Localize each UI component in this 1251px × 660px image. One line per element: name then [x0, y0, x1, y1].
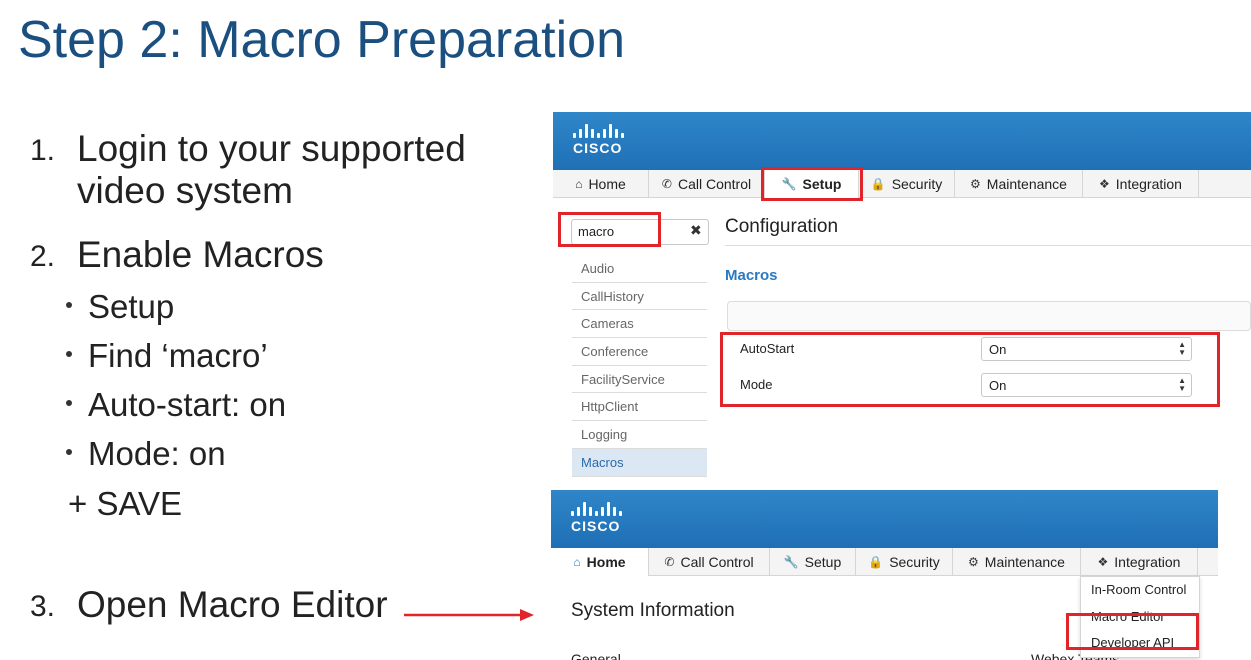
wrench-icon: 🔧 — [783, 555, 799, 569]
sidebar-item-callhistory[interactable]: CallHistory — [572, 283, 707, 311]
menu-item-in-room-control[interactable]: In-Room Control — [1081, 577, 1199, 604]
tab-call-control[interactable]: ✆ Call Control — [649, 548, 770, 576]
bullet-item: Setup — [66, 288, 174, 326]
nav-bar: ⌂ Home ✆ Call Control 🔧 Setup 🔒 Security ⚙ Ma… — [553, 170, 1251, 198]
bullet-dot-icon — [66, 351, 72, 358]
lock-icon: 🔒 — [868, 555, 884, 569]
sidebar-item-macros[interactable]: Macros — [572, 448, 707, 477]
save-note: + SAVE — [68, 485, 183, 522]
step-bold: Open Macro Editor — [77, 584, 388, 625]
section-general: General — [571, 651, 621, 660]
bullet-dot-icon — [66, 302, 72, 309]
puzzle-icon: ❖ — [1099, 177, 1110, 191]
home-icon: ⌂ — [575, 177, 583, 191]
section-title: Macros — [725, 267, 778, 284]
highlight-search — [558, 212, 661, 247]
gear-icon: ⚙ — [968, 555, 979, 569]
puzzle-icon: ❖ — [1097, 555, 1109, 569]
sidebar-item-audio[interactable]: Audio — [572, 255, 707, 283]
tab-integration[interactable]: ❖ Integration — [1081, 548, 1198, 576]
step-bold: Enable Macros — [77, 234, 324, 275]
slide-title: Step 2: Macro Preparation — [18, 11, 625, 69]
phone-icon: ✆ — [661, 177, 672, 191]
lock-icon: 🔒 — [870, 177, 886, 191]
sidebar-item-httpclient[interactable]: HttpClient — [572, 393, 707, 422]
sidebar-item-cameras[interactable]: Cameras — [572, 310, 707, 339]
bullet-item: Auto-start: on — [66, 386, 286, 424]
config-title: Configuration — [725, 216, 839, 237]
tab-setup[interactable]: 🔧 Setup — [770, 548, 856, 576]
clear-icon[interactable]: ✖ — [690, 222, 702, 239]
step-bold: Login — [77, 128, 168, 169]
step-text: video system — [77, 170, 293, 211]
cisco-logo: CISCO — [571, 502, 622, 534]
divider — [725, 245, 1251, 246]
bullet-item: Find ‘macro’ — [66, 337, 268, 375]
highlight-macro-editor — [1066, 613, 1199, 650]
tab-maintenance[interactable]: ⚙ Maintenance — [953, 548, 1081, 576]
arrow-icon — [404, 609, 534, 621]
step-number: 2. — [30, 240, 56, 273]
page-title: System Information — [571, 600, 735, 621]
highlight-setup — [761, 167, 863, 201]
sidebar-item-facilityservice[interactable]: FacilityService — [572, 366, 707, 394]
gear-icon: ⚙ — [970, 177, 981, 191]
app-header: CISCO — [551, 490, 1218, 548]
tab-maintenance[interactable]: ⚙ Maintenance — [955, 170, 1083, 198]
bullet-item: Mode: on — [66, 435, 226, 473]
step-number: 3. — [30, 590, 56, 623]
integration-screenshot: CISCO ⌂ Home ✆ Call Control 🔧 Setup 🔒 Securi… — [551, 490, 1218, 660]
tab-security[interactable]: 🔒 Security — [859, 170, 955, 198]
highlight-settings — [720, 332, 1220, 407]
phone-icon: ✆ — [664, 555, 675, 569]
tab-integration[interactable]: ❖ Integration — [1083, 170, 1199, 198]
step-text: to your supported — [167, 128, 466, 169]
tab-call-control[interactable]: ✆ Call Control — [649, 170, 765, 198]
home-icon: ⌂ — [573, 555, 581, 569]
section-bar — [727, 301, 1251, 331]
tab-home[interactable]: ⌂ Home — [553, 170, 649, 198]
step-number: 1. — [30, 134, 56, 167]
tab-security[interactable]: 🔒 Security — [856, 548, 953, 576]
nav-bar: ⌂ Home ✆ Call Control 🔧 Setup 🔒 Security ⚙ Ma… — [551, 548, 1218, 576]
setup-screenshot: CISCO ⌂ Home ✆ Call Control 🔧 Setup 🔒 Securi… — [547, 109, 1251, 484]
sidebar-item-conference[interactable]: Conference — [572, 338, 707, 366]
bullet-dot-icon — [66, 449, 72, 456]
bullet-dot-icon — [66, 400, 72, 407]
tab-home[interactable]: ⌂ Home — [551, 548, 649, 576]
sidebar-list: Audio CallHistory Cameras Conference Fac… — [572, 255, 707, 477]
cisco-logo: CISCO — [573, 124, 624, 156]
app-header: CISCO — [553, 112, 1251, 173]
sidebar-item-logging[interactable]: Logging — [572, 421, 707, 449]
